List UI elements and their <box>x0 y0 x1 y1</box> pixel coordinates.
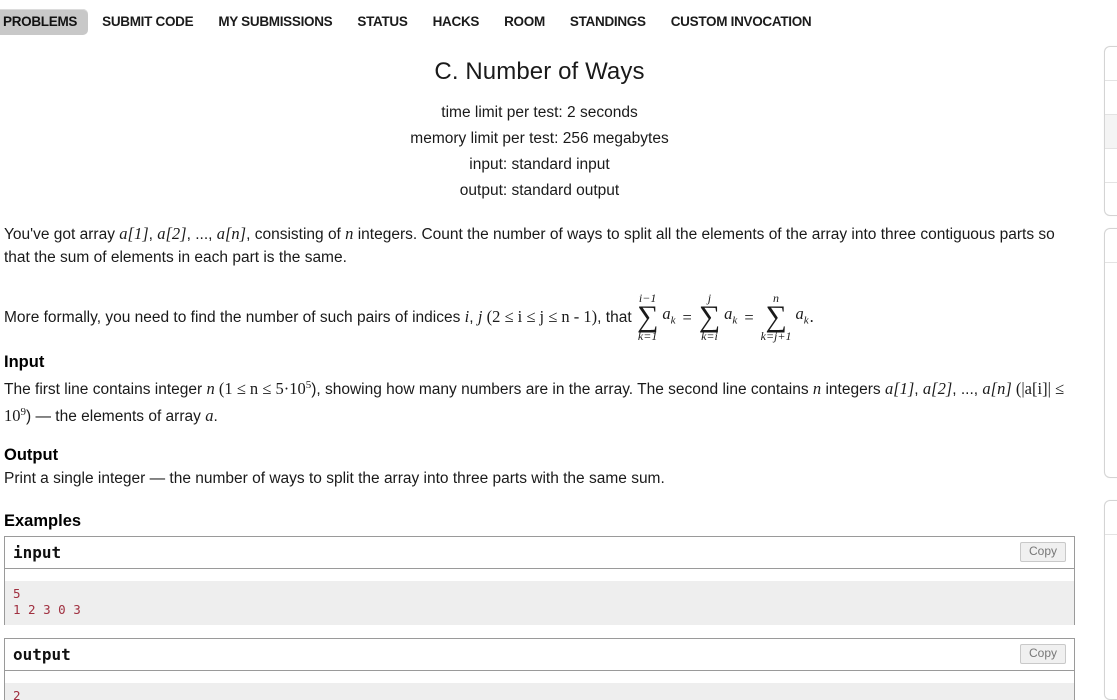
stmt-sep-3: , <box>469 308 478 326</box>
sample-input-header: input Copy <box>5 536 1074 569</box>
sample-tests: input Copy 5 1 2 3 0 3 output Copy 2 <box>0 535 1079 700</box>
math-index-condition: (2 ≤ i ≤ j ≤ n - 1) <box>482 306 598 326</box>
sidebar-panel-bottom <box>1104 500 1117 700</box>
problem-statement: You've got array a[1], a[2], ..., a[n], … <box>0 222 1079 531</box>
sample-output-label: output <box>13 644 71 664</box>
math-n-input: n <box>206 378 215 398</box>
math-input-a2: a[2] <box>922 378 953 398</box>
math-n-count: n <box>812 378 822 398</box>
stmt-sep-2: , ..., <box>186 226 217 243</box>
nav-tab-room[interactable]: ROOM <box>493 9 556 35</box>
sample-output-box: output Copy 2 <box>4 637 1075 700</box>
equals-sign-1: = <box>682 308 692 328</box>
sample-output-data: 2 <box>5 683 1074 700</box>
stmt-text-2: , consisting of <box>246 226 346 243</box>
sidebar-panel-row[interactable] <box>1105 81 1117 115</box>
stmt-text-1: You've got array <box>4 226 120 243</box>
summation-3: n ∑ k=j+1 ak <box>761 292 809 342</box>
problem-header: C. Number of Ways time limit per test: 2… <box>0 44 1079 204</box>
summation-3-symbol: n ∑ k=j+1 <box>761 292 792 342</box>
equals-sign-2: = <box>744 308 754 328</box>
input-text-3: integers <box>821 380 885 398</box>
problem-title: C. Number of Ways <box>434 58 645 85</box>
stmt-text-5: , that <box>597 308 636 326</box>
summation-3-body: ak <box>795 302 808 332</box>
nav-tab-submit-code[interactable]: SUBMIT CODE <box>91 9 204 35</box>
input-sep-2: , ..., <box>952 380 983 398</box>
sidebar-panel-row-highlighted[interactable] <box>1105 115 1117 149</box>
nav-tab-status[interactable]: STATUS <box>346 9 418 35</box>
output-section-heading: Output <box>4 445 59 464</box>
summation-1: i−1 ∑ k=1 ak <box>637 292 676 342</box>
output-section-text: Print a single integer — the number of w… <box>4 469 665 487</box>
statement-paragraph-1: You've got array a[1], a[2], ..., a[n], … <box>4 222 1075 269</box>
nav-tab-list: PROBLEMS SUBMIT CODE MY SUBMISSIONS STAT… <box>0 0 1117 44</box>
input-text-2: ), showing how many numbers are in the a… <box>311 380 813 398</box>
sidebar-panel-row[interactable] <box>1105 47 1117 81</box>
sidebar-panel-middle <box>1104 228 1117 478</box>
copy-output-button[interactable]: Copy <box>1019 643 1066 664</box>
sample-input-label: input <box>13 542 62 562</box>
input-sep-1: , <box>914 380 923 398</box>
time-limit: time limit per test: 2 seconds <box>441 104 638 121</box>
math-n-constraint: (1 ≤ n ≤ 5·10 <box>214 378 306 398</box>
math-a2: a[2] <box>157 224 187 243</box>
sample-output-header: output Copy <box>5 638 1074 671</box>
summation-2-body: ak <box>724 302 737 332</box>
summation-1-body-k: k <box>670 313 676 326</box>
sigma-icon: ∑ <box>698 300 721 333</box>
output-spec: output: standard output <box>459 182 620 199</box>
nav-tab-my-submissions[interactable]: MY SUBMISSIONS <box>207 9 343 35</box>
sidebar-panel-row[interactable] <box>1105 149 1117 183</box>
sample-input-box: input Copy 5 1 2 3 0 3 <box>4 535 1075 626</box>
summation-2: j ∑ k=i ak <box>699 292 738 342</box>
input-section-text: The first line contains integer n (1 ≤ n… <box>4 374 1075 428</box>
summation-1-symbol: i−1 ∑ k=1 <box>637 292 658 342</box>
summation-1-body: ak <box>662 302 675 332</box>
summation-1-body-a: a <box>662 303 671 323</box>
main-navigation: PROBLEMS SUBMIT CODE MY SUBMISSIONS STAT… <box>0 0 1117 44</box>
math-input-an: a[n] <box>982 378 1012 398</box>
summation-2-body-k: k <box>732 313 738 326</box>
math-input-a1: a[1] <box>884 378 915 398</box>
statement-paragraph-2: More formally, you need to find the numb… <box>4 292 1075 343</box>
sidebar-panel-body <box>1105 263 1117 479</box>
nav-tab-custom-invocation[interactable]: CUSTOM INVOCATION <box>660 9 823 35</box>
memory-limit: memory limit per test: 256 megabytes <box>410 130 669 147</box>
nav-tab-standings[interactable]: STANDINGS <box>559 9 657 35</box>
summation-3-body-a: a <box>795 303 804 323</box>
copy-input-button[interactable]: Copy <box>1019 541 1066 562</box>
examples-heading: Examples <box>4 511 82 530</box>
statement-period: . <box>809 306 814 326</box>
stmt-text-4: More formally, you need to find the numb… <box>4 308 465 326</box>
sidebar-panel-row[interactable] <box>1105 229 1117 263</box>
nav-tab-hacks[interactable]: HACKS <box>422 9 491 35</box>
input-text-1: The first line contains integer <box>4 380 207 398</box>
sidebar-panel-body <box>1105 535 1117 700</box>
input-section-heading: Input <box>4 352 45 371</box>
summation-1-lower: k=1 <box>637 328 658 343</box>
summation-2-symbol: j ∑ k=i <box>699 292 720 342</box>
problem-content: C. Number of Ways time limit per test: 2… <box>0 44 1087 700</box>
problem-page: PROBLEMS SUBMIT CODE MY SUBMISSIONS STAT… <box>0 0 1117 700</box>
summation-2-lower: k=i <box>701 328 718 343</box>
math-an: a[n] <box>216 224 247 243</box>
summation-3-lower: k=j+1 <box>760 328 792 343</box>
sigma-icon: ∑ <box>636 300 659 333</box>
math-a1: a[1] <box>119 224 149 243</box>
sidebar-panel-top <box>1104 46 1117 216</box>
sample-input-data: 5 1 2 3 0 3 <box>5 581 1074 626</box>
input-spec: input: standard input <box>469 156 610 173</box>
input-text-5: . <box>213 407 218 425</box>
stmt-sep-1: , <box>148 226 158 243</box>
summation-3-body-k: k <box>803 313 809 326</box>
sidebar-panel-row[interactable] <box>1105 183 1117 217</box>
sigma-icon: ∑ <box>765 300 787 333</box>
sidebar-panel-row[interactable] <box>1105 501 1117 535</box>
nav-tab-problems[interactable]: PROBLEMS <box>0 9 89 35</box>
input-text-4: ) — the elements of array <box>26 407 206 425</box>
